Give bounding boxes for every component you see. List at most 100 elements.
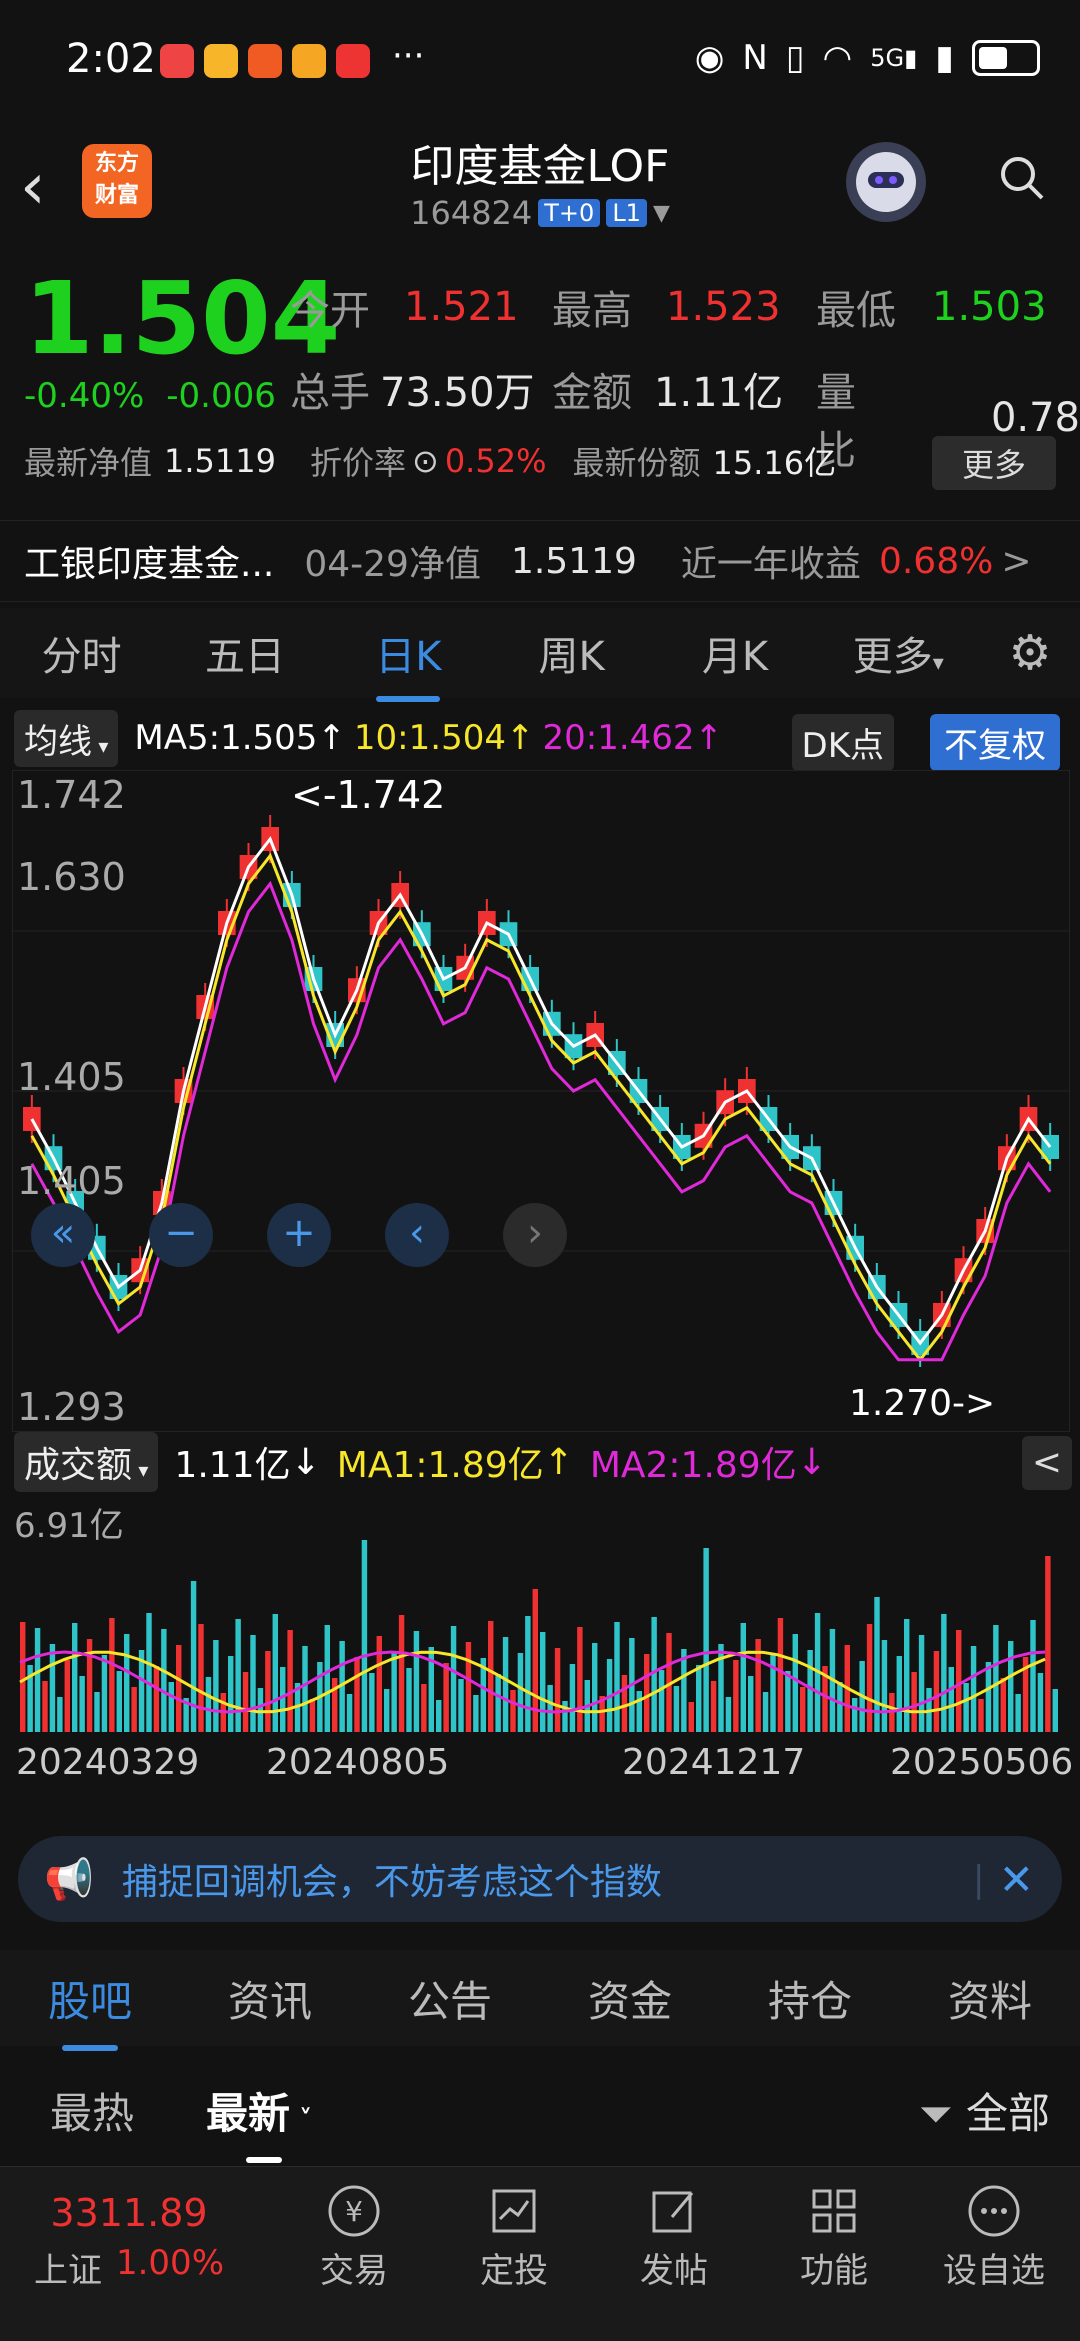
filter-all[interactable]: ⏷ 全部	[919, 2080, 1050, 2141]
volume-bar	[592, 1643, 598, 1732]
nav-invest[interactable]: 定投	[434, 2167, 594, 2341]
more-button[interactable]: 更多	[932, 436, 1056, 490]
dk-point-button[interactable]: DK点	[791, 714, 894, 771]
tab-monthly-k[interactable]: 月K	[653, 624, 816, 682]
volume-bar	[473, 1695, 479, 1732]
more-dots-icon	[962, 2179, 1026, 2243]
zoom-out-icon[interactable]: −	[149, 1203, 213, 1267]
y-axis-bottom: 1.293	[17, 1385, 126, 1429]
volume-bar	[562, 1701, 568, 1732]
volume-bar	[465, 1642, 472, 1732]
volume-bar	[710, 1681, 717, 1732]
volume-selector[interactable]: 成交额 ▾	[14, 1432, 159, 1492]
search-icon[interactable]	[998, 154, 1046, 202]
volume-bar	[443, 1663, 449, 1732]
sort-new[interactable]: 最新 ˅	[206, 2080, 312, 2163]
volume-bar	[918, 1635, 925, 1732]
volume-bar	[740, 1623, 746, 1732]
promo-banner[interactable]: 📢 捕捉回调机会，不妨考虑这个指数 | ✕	[18, 1836, 1062, 1922]
sort-hot[interactable]: 最热	[50, 2080, 134, 2141]
assistant-avatar[interactable]	[846, 142, 926, 222]
more-notifications-icon: ···	[392, 36, 425, 76]
tab-intraday[interactable]: 分时	[0, 624, 163, 682]
volume-bar	[502, 1637, 509, 1732]
tab-profile[interactable]: 资料	[900, 1968, 1080, 2029]
ma20-up-arrow: ↑	[694, 718, 724, 758]
nav-add-watchlist[interactable]: 设自选	[914, 2167, 1074, 2341]
tab-daily-k[interactable]: 日K	[327, 624, 490, 702]
scroll-left-double-icon[interactable]: «	[31, 1203, 95, 1267]
settings-gear-icon[interactable]: ⚙	[980, 625, 1080, 681]
nav-functions[interactable]: 功能	[754, 2167, 914, 2341]
status-time: 2:02	[66, 36, 156, 82]
tab-five-day[interactable]: 五日	[163, 624, 326, 682]
volume-bar	[1000, 1678, 1006, 1732]
index-percent: 1.00%	[115, 2243, 224, 2283]
period-tabs: 分时 五日 日K 周K 月K 更多▾ ⚙	[0, 608, 1080, 702]
info-icon[interactable]: ⊙	[412, 442, 439, 480]
volume-bar	[346, 1694, 353, 1732]
y-axis-top: 1.742	[17, 773, 126, 817]
tab-announcements[interactable]: 公告	[360, 1968, 540, 2029]
kline-chart[interactable]: 1.742 1.630 1.405 1.405 1.293 <-1.742 1.…	[12, 770, 1070, 1432]
ma-selector[interactable]: 均线 ▾	[14, 709, 119, 767]
ma10-up-arrow: ↑	[505, 718, 535, 758]
filter-all-label: 全部	[965, 2088, 1050, 2138]
volume-bar	[413, 1631, 420, 1732]
date-label: 20240805	[266, 1742, 450, 1783]
collapse-icon[interactable]: <	[1022, 1436, 1072, 1490]
discount-label: 折价率	[309, 444, 406, 482]
volume-bar	[488, 1621, 494, 1732]
kline-svg	[13, 815, 1069, 1367]
volume-bar	[547, 1685, 553, 1732]
content-tabs: 股吧 资讯 公告 资金 持仓 资料	[0, 1950, 1080, 2051]
volume-bar	[1008, 1641, 1014, 1732]
banner-text: 捕捉回调机会，不妨考虑这个指数	[121, 1862, 662, 1903]
price-change: -0.40% -0.006	[24, 376, 276, 416]
fixed-invest-icon	[482, 2179, 546, 2243]
tab-weekly-k[interactable]: 周K	[490, 624, 653, 682]
volume-bar	[131, 1687, 137, 1732]
nav-post[interactable]: 发帖	[594, 2167, 754, 2341]
step-left-icon[interactable]: ‹	[385, 1203, 449, 1267]
back-icon[interactable]: ‹	[20, 150, 46, 224]
volume-bar	[911, 1672, 917, 1732]
volume-bar	[896, 1656, 902, 1732]
date-axis: 20240329 20240805 20241217 20250506	[12, 1740, 1073, 1800]
close-icon[interactable]: ✕	[999, 1855, 1034, 1904]
volume-label: 总手	[290, 370, 370, 416]
tab-holdings[interactable]: 持仓	[720, 1968, 900, 2029]
date-label: 20240329	[16, 1742, 200, 1783]
tab-funds[interactable]: 资金	[540, 1968, 720, 2029]
tab-guba[interactable]: 股吧	[0, 1968, 180, 2051]
tab-more[interactable]: 更多▾	[817, 624, 980, 682]
change-amount: -0.006	[166, 376, 276, 416]
tab-news[interactable]: 资讯	[180, 1968, 360, 2029]
volume-bar	[621, 1675, 628, 1732]
ma-selector-label: 均线	[24, 721, 92, 762]
nav-trade[interactable]: ¥ 交易	[274, 2167, 434, 2341]
volume-bar	[703, 1548, 709, 1732]
header: 印度基金LOF 164824 T+0 L1 ▼ ‹ 东方 财富	[0, 120, 1080, 250]
trade-icon: ¥	[322, 2179, 386, 2243]
fund-nav: 1.5119	[510, 540, 637, 582]
volume-ma1: MA1:1.89亿	[336, 1445, 544, 1486]
volume-bar	[517, 1653, 524, 1732]
no-adjust-button[interactable]: 不复权	[930, 714, 1060, 771]
open-value: 1.521	[404, 284, 519, 330]
volume-bar	[213, 1640, 219, 1732]
volume-bar	[881, 1640, 888, 1732]
volume-bar	[993, 1625, 999, 1732]
volume-bar	[904, 1619, 910, 1732]
volume-bar	[495, 1674, 501, 1732]
step-right-icon[interactable]: ›	[503, 1203, 567, 1267]
index-ticker[interactable]: 3311.89 上证 1.00%	[34, 2167, 224, 2341]
date-label: 20241217	[622, 1742, 806, 1783]
nav-value: 1.5119	[164, 442, 276, 480]
volume-bar	[673, 1686, 680, 1732]
zoom-in-icon[interactable]: +	[267, 1203, 331, 1267]
volume-chart[interactable]: 6.91亿	[12, 1496, 1068, 1732]
fund-info-bar[interactable]: 工银印度基金... 04-29净值 1.5119 近一年收益 0.68% >	[0, 520, 1080, 602]
ma2-down-arrow: ↓	[796, 1441, 827, 1483]
volume-bar	[1015, 1694, 1021, 1732]
